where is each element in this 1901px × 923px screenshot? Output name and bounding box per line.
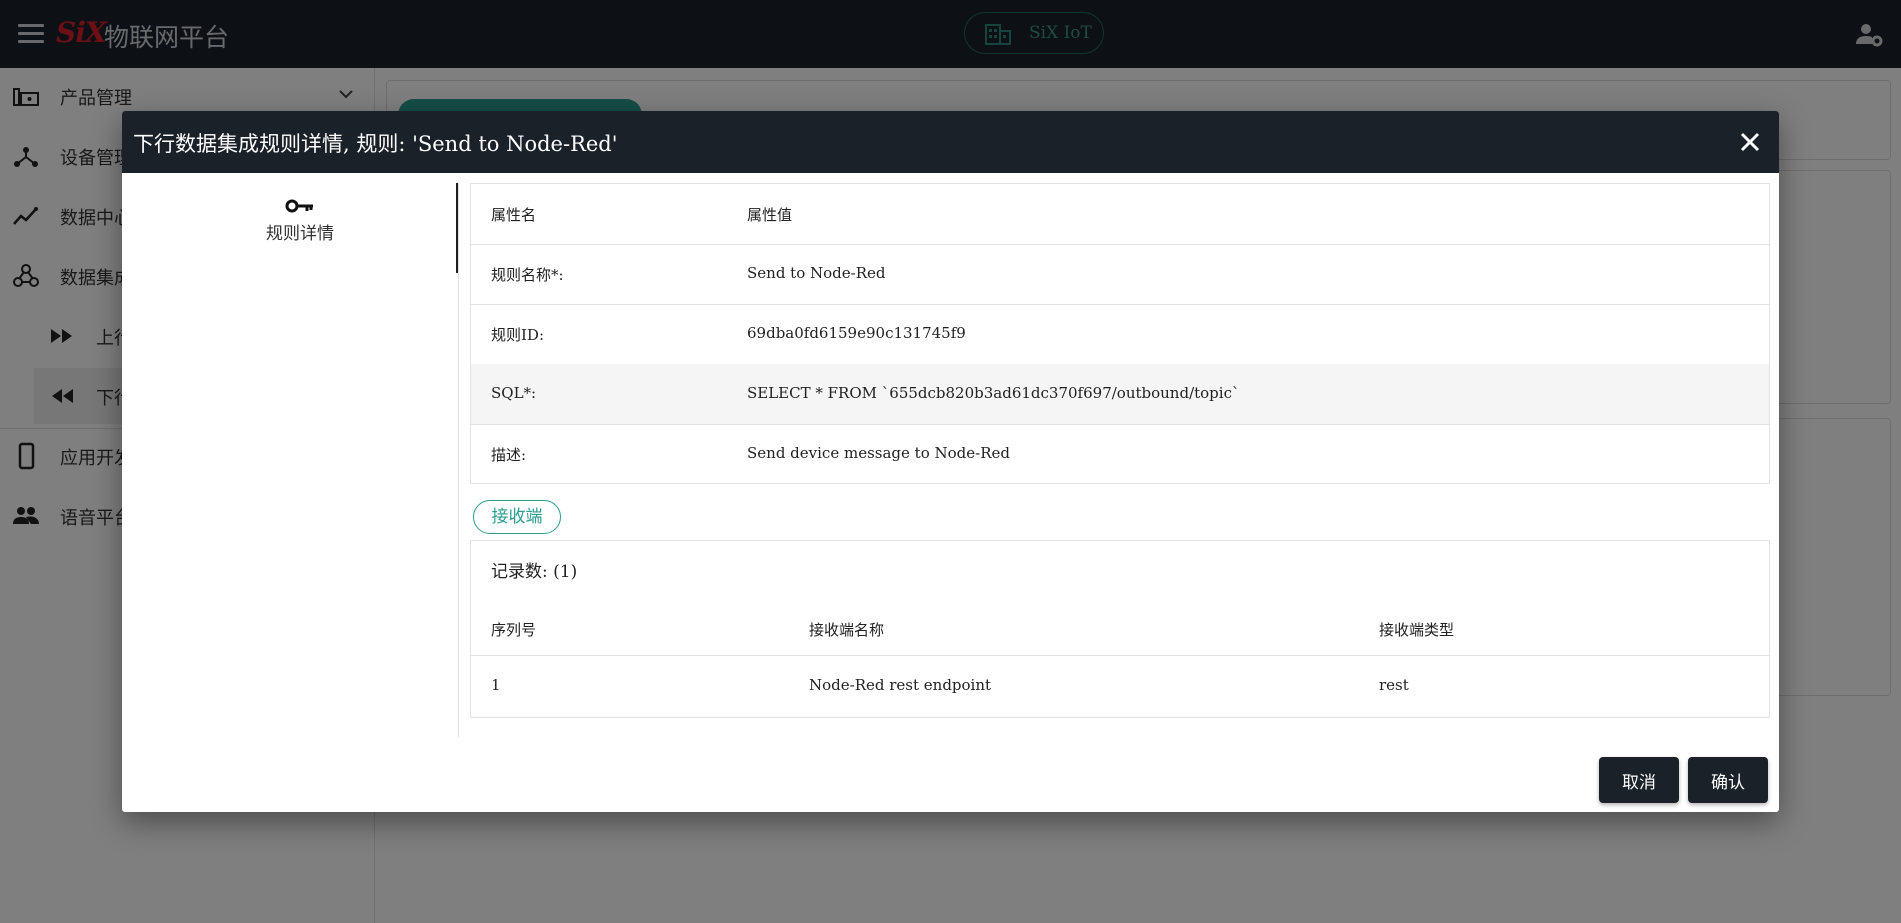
table-row: 规则名称*: Send to Node-Red [471, 244, 1769, 305]
prop-key: 规则名称*: [491, 266, 564, 284]
receivers-chip[interactable]: 接收端 [473, 500, 561, 534]
properties-table: 属性名 属性值 规则名称*: Send to Node-Red 规则ID: 69… [470, 183, 1770, 484]
cell-serial: 1 [491, 676, 501, 694]
receivers-table: 记录数: (1) 序列号 接收端名称 接收端类型 1 Node-Red rest… [470, 540, 1770, 718]
prop-value: Send to Node-Red [747, 264, 886, 282]
prop-key: 规则ID: [491, 326, 545, 344]
prop-value: SELECT * FROM `655dcb820b3ad61dc370f697/… [747, 384, 1240, 402]
dialog-header: 下行数据集成规则详情, 规则: 'Send to Node-Red' [122, 111, 1779, 173]
rule-details-dialog: 下行数据集成规则详情, 规则: 'Send to Node-Red' 规则详情 … [122, 111, 1779, 812]
prop-key: 描述: [491, 446, 527, 464]
table-row: 1 Node-Red rest endpoint rest [471, 656, 1769, 716]
prop-value: Send device message to Node-Red [747, 444, 1010, 462]
tab-rule-details[interactable]: 规则详情 [230, 197, 370, 253]
tab-label: 规则详情 [266, 224, 334, 244]
cancel-button[interactable]: 取消 [1599, 757, 1679, 803]
table-row: 描述: Send device message to Node-Red [471, 424, 1769, 484]
dialog-title: 下行数据集成规则详情, 规则: 'Send to Node-Red' [133, 132, 618, 156]
table-row: SQL*: SELECT * FROM `655dcb820b3ad61dc37… [471, 364, 1769, 425]
prop-key: SQL*: [491, 384, 537, 402]
prop-value: 69dba0fd6159e90c131745f9 [747, 324, 966, 342]
column-header: 序列号 [491, 621, 537, 639]
header-value: 属性值 [747, 206, 793, 224]
record-count: 记录数: (1) [491, 562, 578, 582]
column-header: 接收端名称 [809, 621, 885, 639]
cell-receiver-name: Node-Red rest endpoint [809, 676, 992, 694]
table-row: 规则ID: 69dba0fd6159e90c131745f9 [471, 304, 1769, 365]
confirm-button[interactable]: 确认 [1688, 757, 1768, 803]
dialog-tabs: 规则详情 [122, 173, 458, 753]
column-header: 接收端类型 [1379, 621, 1455, 639]
tab-divider [458, 183, 459, 737]
table-header-row: 序列号 接收端名称 接收端类型 [471, 601, 1769, 656]
key-icon [285, 199, 313, 213]
cell-receiver-type: rest [1379, 676, 1409, 694]
table-header-row: 属性名 属性值 [471, 184, 1769, 245]
header-key: 属性名 [491, 206, 537, 224]
close-icon[interactable] [1737, 129, 1763, 155]
